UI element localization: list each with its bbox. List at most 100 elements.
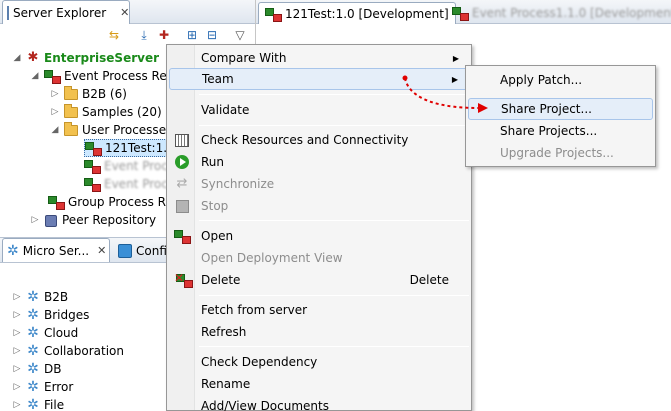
- expand-icon[interactable]: ▷: [12, 364, 22, 374]
- menu-item-validate[interactable]: Validate: [169, 99, 469, 121]
- collapse-icon[interactable]: ◢: [12, 53, 22, 63]
- shortcut-label: Delete: [409, 273, 449, 287]
- process-icon: [265, 7, 282, 22]
- expand-icon[interactable]: ▷: [50, 89, 60, 99]
- close-icon[interactable]: ✕: [120, 6, 129, 19]
- list-item-file[interactable]: ▷ ✲ File: [12, 396, 65, 411]
- team-submenu: Apply Patch... Share Project... Share Pr…: [465, 65, 656, 167]
- menu-separator: [199, 295, 469, 296]
- gear-icon: ✲: [27, 361, 39, 377]
- menu-item-team[interactable]: Team ▶: [169, 68, 469, 90]
- tree-item-label: Peer Repository: [62, 213, 157, 227]
- process-icon: [84, 177, 101, 192]
- menu-item-fetch-from-server[interactable]: Fetch from server: [169, 299, 469, 321]
- configuration-icon: [118, 244, 132, 258]
- tree-item-label: Group Process Rep: [68, 195, 181, 209]
- tree-item-event-process[interactable]: Event Proce: [84, 157, 175, 175]
- menu-item-label: Team: [202, 72, 234, 86]
- tree-item-samples[interactable]: ▷ Samples (20): [50, 103, 162, 121]
- tab-event-process-development[interactable]: Event Process1.1.0 [Development]: [446, 2, 671, 24]
- menu-item-rename[interactable]: Rename: [169, 373, 469, 395]
- menu-item-label: Refresh: [201, 325, 247, 339]
- delete-icon: ✕: [174, 271, 193, 288]
- tree-item-label: Event Proce: [104, 159, 176, 173]
- view-menu-icon[interactable]: ▽: [232, 27, 248, 43]
- menu-separator: [199, 125, 469, 126]
- tab-configuration[interactable]: Confi: [114, 240, 171, 262]
- gear-icon: ✲: [27, 343, 39, 359]
- submenu-item-apply-patch[interactable]: Apply Patch...: [468, 69, 653, 91]
- menu-item-add-view-documents[interactable]: Add/View Documents: [169, 395, 469, 411]
- submenu-item-share-projects[interactable]: Share Projects...: [468, 120, 653, 142]
- new-process-icon[interactable]: ✚: [156, 27, 172, 43]
- submenu-item-upgrade-projects[interactable]: Upgrade Projects...: [468, 142, 653, 164]
- expand-icon[interactable]: ▷: [12, 292, 22, 302]
- server-explorer-tab-icon: [7, 5, 9, 20]
- tab-server-explorer[interactable]: Server Explorer ✕: [2, 0, 130, 24]
- list-item-b2b[interactable]: ▷ ✲ B2B: [12, 288, 69, 306]
- list-item-collaboration[interactable]: ▷ ✲ Collaboration: [12, 342, 124, 360]
- expand-icon[interactable]: ▷: [30, 215, 40, 225]
- tree-item-label: Samples (20): [82, 105, 162, 119]
- list-item-label: Bridges: [44, 308, 90, 322]
- tree-item-121test[interactable]: 121Test:1.0: [84, 139, 179, 157]
- import-icon[interactable]: ⤓: [136, 27, 152, 43]
- list-item-bridges[interactable]: ▷ ✲ Bridges: [12, 306, 90, 324]
- gear-icon: ✲: [7, 242, 19, 259]
- submenu-item-share-project[interactable]: Share Project...: [468, 98, 653, 120]
- expand-icon[interactable]: ▷: [12, 400, 22, 410]
- collapse-icon[interactable]: ◢: [30, 71, 40, 81]
- expand-icon[interactable]: ▷: [12, 382, 22, 392]
- process-icon: [174, 229, 191, 244]
- expand-icon[interactable]: ▷: [50, 107, 60, 117]
- tree-item-label: Event Process Repo: [64, 69, 182, 83]
- menu-separator: [199, 220, 469, 221]
- menu-item-open-deployment-view[interactable]: Open Deployment View: [169, 247, 469, 269]
- menu-item-open[interactable]: Open: [169, 225, 469, 247]
- menu-item-synchronize[interactable]: ⇄ Synchronize: [169, 173, 469, 195]
- tree-item-enterprise-server[interactable]: ◢ ✱ EnterpriseServer: [12, 49, 159, 67]
- list-item-label: DB: [44, 362, 62, 376]
- menu-item-label: Compare With: [201, 51, 287, 65]
- repository-icon: [44, 69, 61, 84]
- expand-icon[interactable]: ▷: [12, 310, 22, 320]
- menu-item-compare-with[interactable]: Compare With ▶: [169, 47, 469, 69]
- list-item-error[interactable]: ▷ ✲ Error: [12, 378, 74, 396]
- tree-item-event-process[interactable]: Event Proce: [84, 175, 175, 193]
- menu-item-label: Open: [201, 229, 234, 243]
- list-item-label: File: [44, 398, 65, 411]
- collapse-all-icon[interactable]: ⊟: [204, 27, 220, 43]
- close-icon[interactable]: ✕: [97, 244, 106, 257]
- editor-tabbar: 121Test:1.0 [Development] Event Process1…: [256, 0, 671, 24]
- server-icon: ✱: [27, 50, 39, 65]
- list-item-db[interactable]: ▷ ✲ DB: [12, 360, 62, 378]
- gear-icon: ✲: [27, 325, 39, 341]
- menu-item-label: Share Projects...: [500, 124, 598, 138]
- tab-121test-development[interactable]: 121Test:1.0 [Development]: [258, 2, 456, 24]
- gear-icon: ✲: [27, 379, 39, 395]
- collapse-icon[interactable]: ◢: [50, 125, 60, 135]
- tree-item-label: User Processes: [82, 123, 173, 137]
- tree-item-peer-repository[interactable]: ▷ Peer Repository: [30, 211, 156, 229]
- tree-item-event-process-repo[interactable]: ◢ Event Process Repo: [30, 67, 182, 85]
- tree-item-b2b[interactable]: ▷ B2B (6): [50, 85, 127, 103]
- expand-all-icon[interactable]: ⊞: [184, 27, 200, 43]
- sync-arrows-icon[interactable]: ⇆: [106, 27, 122, 43]
- menu-item-run[interactable]: Run: [169, 151, 469, 173]
- menu-item-refresh[interactable]: Refresh: [169, 321, 469, 343]
- menu-item-check-resources[interactable]: Check Resources and Connectivity: [169, 129, 469, 151]
- menu-item-check-dependency[interactable]: Check Dependency: [169, 351, 469, 373]
- tree-item-label: B2B (6): [82, 87, 127, 101]
- list-item-cloud[interactable]: ▷ ✲ Cloud: [12, 324, 79, 342]
- peer-icon: [44, 213, 58, 227]
- tree-item-user-processes[interactable]: ◢ User Processes: [50, 121, 172, 139]
- menu-item-stop[interactable]: Stop: [169, 195, 469, 217]
- menu-item-label: Upgrade Projects...: [500, 146, 614, 160]
- expand-icon[interactable]: ▷: [12, 328, 22, 338]
- tab-micro-services[interactable]: ✲ Micro Ser... ✕: [2, 238, 110, 262]
- expand-icon[interactable]: ▷: [12, 346, 22, 356]
- menu-item-delete[interactable]: ✕ Delete Delete: [169, 269, 469, 291]
- tree-item-label: Event Proce: [104, 177, 176, 191]
- gear-icon: ✲: [27, 289, 39, 305]
- tree-item-group-process-repo[interactable]: Group Process Rep: [48, 193, 180, 211]
